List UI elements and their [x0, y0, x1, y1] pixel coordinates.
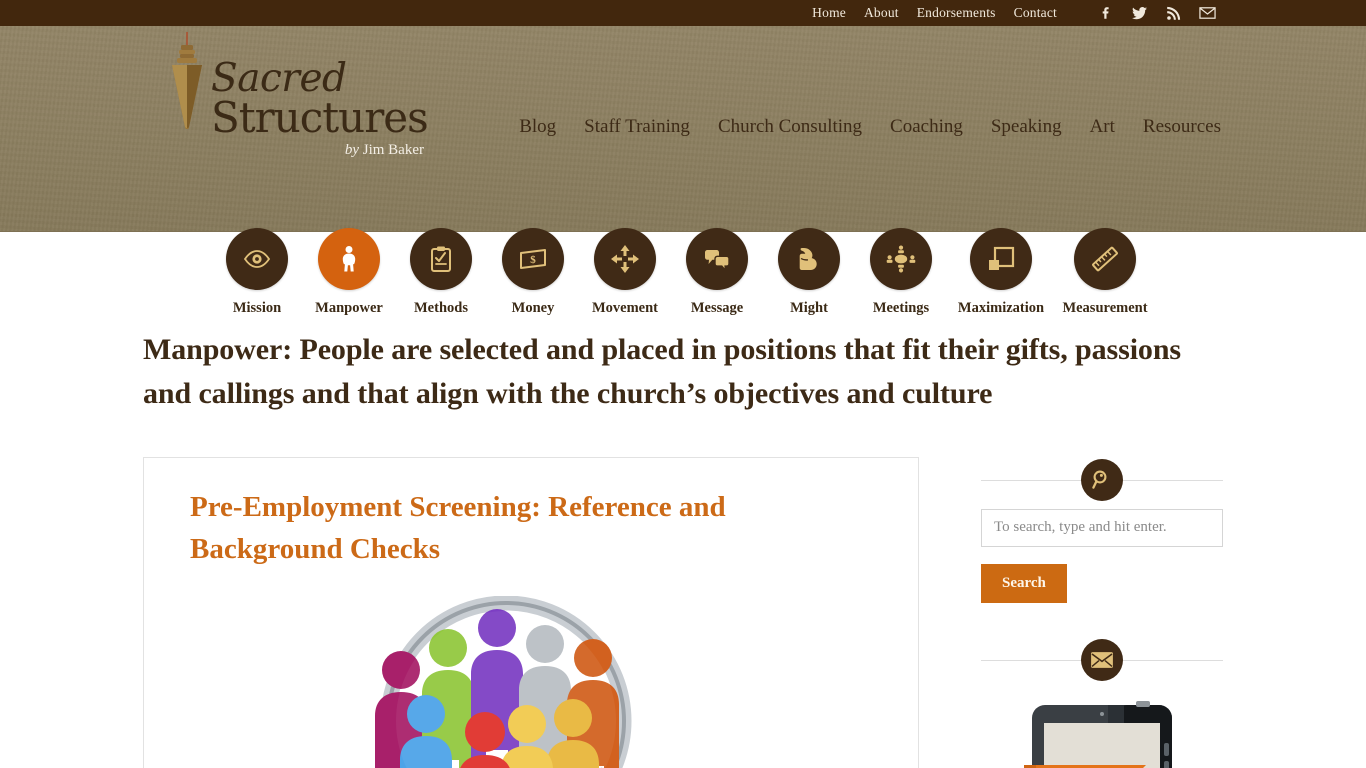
top-bar: Home About Endorsements Contact: [0, 0, 1366, 26]
twitter-icon[interactable]: [1131, 5, 1148, 22]
content-row: Pre-Employment Screening: Reference and …: [143, 456, 1223, 768]
icon-nav-label-methods: Methods: [414, 300, 468, 316]
icon-nav-label-manpower: Manpower: [315, 300, 383, 316]
nav-item-speaking[interactable]: Speaking: [991, 116, 1062, 138]
flexed-arm-icon: [778, 228, 840, 290]
page-title-keyword: Manpower: [143, 333, 283, 366]
speech-bubbles-icon: [686, 228, 748, 290]
plumb-bob-icon: [163, 32, 211, 152]
topbar-link-endorsements[interactable]: Endorsements: [917, 5, 996, 21]
icon-nav-label-maximization: Maximization: [957, 300, 1045, 316]
expand-squares-icon: [970, 228, 1032, 290]
nav-item-resources[interactable]: Resources: [1143, 116, 1221, 138]
post-card: Pre-Employment Screening: Reference and …: [143, 456, 919, 768]
search-input[interactable]: [981, 508, 1223, 547]
social-links: [1097, 5, 1216, 22]
page-title: Manpower: People are selected and placed…: [143, 328, 1223, 417]
icon-nav-item-maximization[interactable]: Maximization: [947, 228, 1055, 317]
icon-nav-item-methods[interactable]: Methods: [395, 228, 487, 317]
icon-nav-label-movement: Movement: [591, 300, 659, 316]
newsletter-section-divider: [981, 637, 1223, 683]
icon-nav-item-movement[interactable]: Movement: [579, 228, 671, 317]
post-title-link[interactable]: Pre-Employment Screening: Reference and …: [190, 486, 872, 570]
facebook-icon[interactable]: [1097, 5, 1114, 22]
logo-wordmark: Sacred Structures by Jim Baker: [211, 59, 429, 159]
nav-item-staff-training[interactable]: Staff Training: [584, 116, 690, 138]
nav-item-church-consulting[interactable]: Church Consulting: [718, 116, 862, 138]
nav-item-coaching[interactable]: Coaching: [890, 116, 963, 138]
clipboard-icon: [410, 228, 472, 290]
page-title-rest: : People are selected and placed in posi…: [143, 333, 1181, 411]
round-table-icon: [870, 228, 932, 290]
site-header: Sacred Structures by Jim Baker Blog Staf…: [0, 26, 1366, 316]
sidebar: Search: [981, 457, 1223, 768]
logo-byline-name: Jim Baker: [362, 141, 424, 158]
icon-nav-label-might: Might: [790, 300, 828, 316]
icon-nav-label-measurement: Measurement: [1062, 300, 1148, 316]
icon-nav-label-mission: Mission: [232, 300, 282, 316]
search-section-divider: [981, 457, 1223, 503]
top-bar-links: Home About Endorsements Contact: [812, 5, 1216, 22]
icon-nav-item-mission[interactable]: Mission: [211, 228, 303, 317]
person-icon: [318, 228, 380, 290]
logo-byline: by Jim Baker: [211, 142, 426, 159]
topbar-link-about[interactable]: About: [864, 5, 899, 21]
newsletter-ebook-promo[interactable]: FREE EBOOK 100 Soul Care Questions Every…: [981, 699, 1223, 768]
main-navigation: Blog Staff Training Church Consulting Co…: [519, 116, 1223, 138]
topbar-link-home[interactable]: Home: [812, 5, 846, 21]
icon-nav-label-message: Message: [690, 300, 744, 316]
ruler-icon: [1074, 228, 1136, 290]
site-logo[interactable]: Sacred Structures by Jim Baker: [151, 32, 429, 172]
logo-byline-prefix: by: [344, 141, 359, 158]
envelope-icon: [1081, 638, 1123, 681]
icon-nav-item-money[interactable]: $ Money: [487, 228, 579, 317]
dollar-bill-icon: $: [502, 228, 564, 290]
topbar-link-contact[interactable]: Contact: [1014, 5, 1057, 21]
icon-nav-label-meetings: Meetings: [872, 300, 930, 316]
magnifier-icon: [1081, 458, 1123, 501]
nav-item-blog[interactable]: Blog: [519, 116, 556, 138]
rss-icon[interactable]: [1165, 5, 1182, 22]
icon-nav-item-message[interactable]: Message: [671, 228, 763, 317]
people-under-magnifying-glass-image: [190, 595, 872, 768]
eye-icon: [226, 228, 288, 290]
nav-item-art[interactable]: Art: [1090, 116, 1115, 138]
svg-text:$: $: [530, 254, 536, 266]
icon-nav-label-money: Money: [511, 300, 555, 316]
four-arrows-icon: [594, 228, 656, 290]
icon-nav-item-measurement[interactable]: Measurement: [1055, 228, 1155, 317]
search-button[interactable]: Search: [981, 563, 1067, 603]
email-icon[interactable]: [1199, 5, 1216, 22]
icon-navigation: Mission Manpower Methods $ Money Movemen…: [0, 228, 1366, 317]
logo-line-2: Structures: [211, 93, 429, 143]
icon-nav-item-manpower[interactable]: Manpower: [303, 228, 395, 317]
icon-nav-item-might[interactable]: Might: [763, 228, 855, 317]
icon-nav-item-meetings[interactable]: Meetings: [855, 228, 947, 317]
tablet-ebook-image: FREE EBOOK 100 Soul Care Questions Every…: [1014, 699, 1190, 768]
